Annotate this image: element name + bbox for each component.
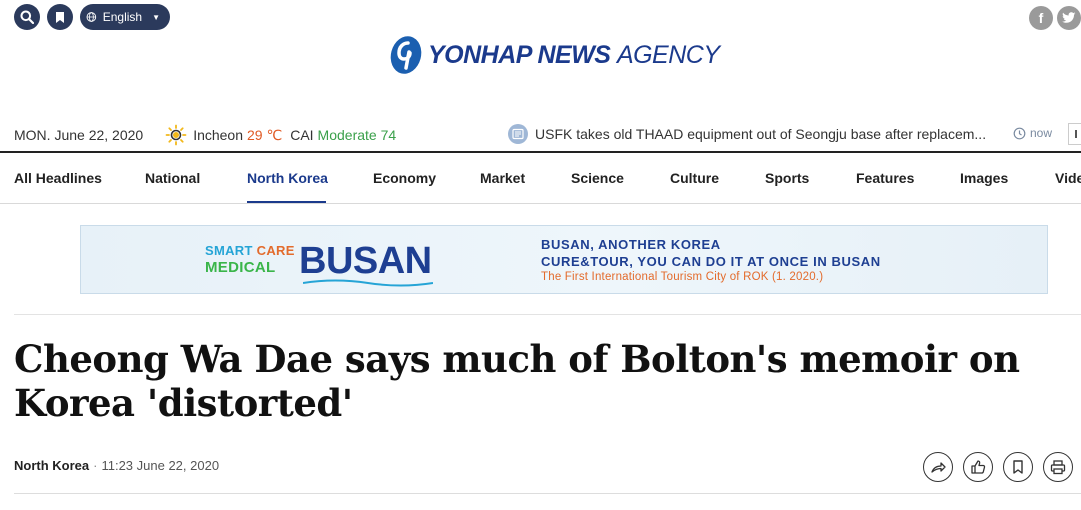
- chevron-down-icon: ▼: [152, 12, 160, 22]
- clock-icon: [1013, 127, 1026, 139]
- nav-features[interactable]: Features: [856, 170, 914, 186]
- logo-light-text: AGENCY: [616, 40, 720, 69]
- article-timestamp: 11:23 June 22, 2020: [101, 458, 220, 473]
- nav-national[interactable]: National: [145, 170, 200, 186]
- ticker-headline[interactable]: USFK takes old THAAD equipment out of Se…: [535, 126, 986, 142]
- weather-temp: 29 ℃: [247, 126, 283, 143]
- thumbs-up-icon: [971, 460, 986, 474]
- date-label: MON. June 22, 2020: [14, 127, 144, 143]
- nav-sports[interactable]: Sports: [765, 170, 809, 186]
- divider: [14, 314, 1081, 315]
- share-button[interactable]: [923, 452, 953, 482]
- wave-icon: [303, 279, 433, 287]
- now-label: now: [1030, 126, 1053, 140]
- ticker-time: now: [1013, 126, 1052, 140]
- info-bar: MON. June 22, 2020 Incheon 29 ℃ CAI Mode…: [14, 124, 396, 146]
- article-meta: North Korea · 11:23 June 22, 2020: [14, 458, 219, 473]
- news-ticker[interactable]: USFK takes old THAAD equipment out of Se…: [508, 124, 986, 144]
- search-button[interactable]: [14, 4, 40, 30]
- nav-video[interactable]: Vide: [1055, 170, 1081, 186]
- nav-market[interactable]: Market: [480, 170, 525, 186]
- share-icon: [931, 462, 946, 473]
- language-label: English: [102, 10, 143, 24]
- ad-banner[interactable]: SMART CARE MEDICAL BUSAN BUSAN, ANOTHER …: [80, 225, 1048, 294]
- facebook-icon[interactable]: f: [1029, 6, 1053, 30]
- bookmark-button[interactable]: [47, 4, 73, 30]
- banner-busan-logo: BUSAN: [299, 240, 432, 282]
- main-nav: All Headlines National North Korea Econo…: [0, 153, 1081, 203]
- banner-line-3: The First International Tourism City of …: [541, 271, 824, 283]
- language-selector[interactable]: English ▼: [80, 4, 170, 30]
- article-section[interactable]: North Korea: [14, 458, 89, 473]
- pause-icon: [1075, 130, 1077, 138]
- bookmark-icon: [1013, 460, 1023, 474]
- yonhap-emblem-icon: [390, 36, 422, 74]
- divider: [0, 203, 1081, 204]
- weather-city: Incheon: [193, 127, 244, 143]
- bookmark-icon: [56, 11, 64, 23]
- bookmark-article-button[interactable]: [1003, 452, 1033, 482]
- article-headline: Cheong Wa Dae says much of Bolton's memo…: [14, 337, 1020, 425]
- globe-icon: [86, 12, 97, 22]
- print-button[interactable]: [1043, 452, 1073, 482]
- logo-bold-text: YONHAP NEWS: [428, 40, 611, 69]
- nav-images[interactable]: Images: [960, 170, 1008, 186]
- meta-separator: ·: [93, 458, 98, 473]
- nav-north-korea[interactable]: North Korea: [247, 170, 328, 186]
- cai-label: CAI: [290, 127, 314, 143]
- banner-line-1: BUSAN, ANOTHER KOREA: [541, 237, 721, 252]
- sun-icon: [165, 124, 187, 146]
- nav-all-headlines[interactable]: All Headlines: [14, 170, 102, 186]
- like-button[interactable]: [963, 452, 993, 482]
- banner-smart-care: SMART CARE: [205, 243, 295, 258]
- cai-value: Moderate 74: [317, 127, 397, 143]
- nav-science[interactable]: Science: [571, 170, 624, 186]
- yonhap-logo[interactable]: YONHAP NEWS AGENCY: [388, 34, 720, 76]
- banner-line-2: CURE&TOUR, YOU CAN DO IT AT ONCE IN BUSA…: [541, 254, 881, 269]
- divider: [14, 493, 1081, 494]
- printer-icon: [1050, 460, 1066, 475]
- nav-culture[interactable]: Culture: [670, 170, 719, 186]
- search-icon: [20, 10, 34, 24]
- banner-medical: MEDICAL: [205, 259, 276, 276]
- newspaper-icon: [508, 124, 528, 144]
- nav-economy[interactable]: Economy: [373, 170, 436, 186]
- twitter-icon[interactable]: [1057, 6, 1081, 30]
